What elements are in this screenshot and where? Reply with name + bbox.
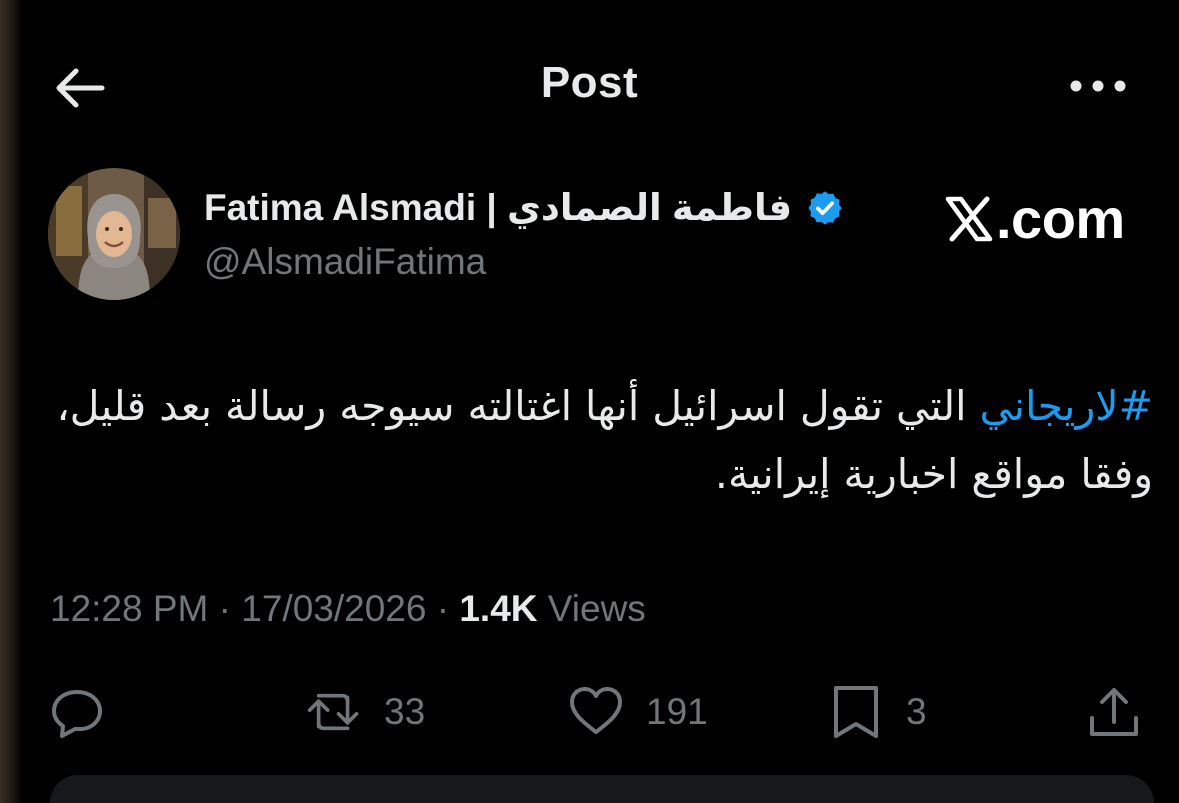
x-watermark: .com xyxy=(944,186,1125,251)
repost-button[interactable]: 33 xyxy=(306,684,425,740)
views-count[interactable]: 1.4K xyxy=(459,588,537,629)
repost-count: 33 xyxy=(384,691,426,732)
like-button[interactable]: 191 xyxy=(568,684,708,740)
bookmark-count: 3 xyxy=(906,691,927,732)
watermark-domain: .com xyxy=(996,187,1125,250)
post-date: 17/03/2026 xyxy=(241,588,427,629)
author-display-name[interactable]: Fatima Alsmadi | فاطمة الصمادي xyxy=(204,186,792,229)
avatar-image xyxy=(48,168,180,300)
x-logo-icon xyxy=(945,196,993,241)
reply-icon xyxy=(52,690,102,738)
hashtag-link[interactable]: #لاريجاني xyxy=(980,382,1154,430)
page-title: Post xyxy=(540,58,639,107)
views-label: Views xyxy=(547,588,646,629)
meta-separator: · xyxy=(436,588,450,629)
share-button[interactable] xyxy=(1086,684,1142,740)
reply-button[interactable] xyxy=(50,684,106,740)
meta-separator: · xyxy=(218,588,231,629)
avatar[interactable] xyxy=(48,168,180,300)
like-count: 191 xyxy=(646,691,708,732)
share-icon xyxy=(1090,688,1138,736)
post-meta: 12:28 PM · 17/03/2026 · 1.4K Views xyxy=(50,588,646,630)
bookmark-button[interactable]: 3 xyxy=(828,684,927,740)
author-name-row[interactable]: Fatima Alsmadi | فاطمة الصمادي xyxy=(204,186,844,229)
post-time: 12:28 PM xyxy=(50,588,209,629)
heart-icon xyxy=(570,687,622,734)
reply-composer-card[interactable] xyxy=(50,775,1154,803)
repost-icon xyxy=(307,693,359,731)
photo-edge xyxy=(0,0,22,803)
author-handle[interactable]: @AlsmadiFatima xyxy=(204,241,486,283)
more-options-button[interactable] xyxy=(1066,60,1130,110)
verified-badge-icon xyxy=(808,190,842,225)
post-text: #لاريجاني التي تقول اسرائيل أنها اغتالته… xyxy=(43,372,1153,508)
ellipsis-icon xyxy=(1070,80,1126,92)
bookmark-icon xyxy=(834,686,878,738)
